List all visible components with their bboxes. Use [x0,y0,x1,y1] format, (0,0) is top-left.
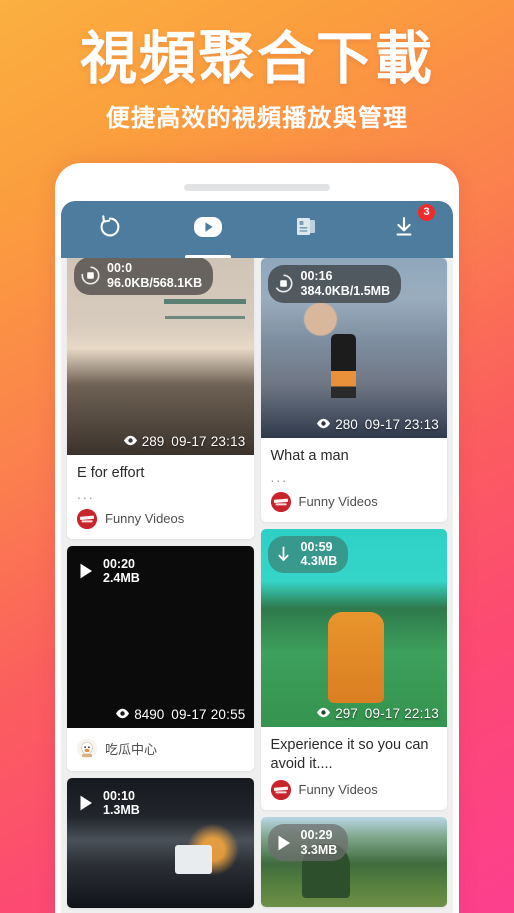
channel-name: Funny Videos [105,511,185,527]
video-duration: 00:20 [103,556,135,571]
app-navbar: 3 [61,201,453,258]
video-card[interactable]: 00:10 1.3MB [67,777,254,908]
tab-videos[interactable] [159,201,257,258]
card-body: What a man ... Funny Videos [261,438,448,522]
video-title: Experience it so you can avoid it.... [270,736,429,772]
downloads-badge: 3 [418,204,435,221]
video-date: 09-17 23:13 [364,417,439,432]
card-body: Experience it so you can avoid it.... Fu… [261,727,448,810]
video-title: E for effort [77,465,145,481]
page-subtitle: 便捷高效的視頻播放與管理 [105,104,409,132]
video-title: What a man [270,448,349,464]
video-date: 09-17 20:55 [171,706,246,722]
video-thumbnail[interactable]: 00:16 384.0KB/1.5MB 280 09-17 23:13 [260,258,447,438]
video-meta: 297 09-17 22:13 [316,706,439,721]
play-status-badge: 00:29 3.3MB [267,823,349,862]
video-card[interactable]: 00:29 3.3MB [260,816,447,907]
description-ellipsis: ... [270,469,289,486]
view-count: 289 [123,434,165,449]
refresh-icon [97,214,123,245]
promo-banner: 視頻聚合下載 便捷高效的視頻播放與管理 3 00:0 96.0KB/568.1K… [0,0,514,913]
play-icon [193,214,223,245]
channel-row[interactable]: 吃瓜中心 [77,738,244,759]
video-thumbnail[interactable]: 00:59 4.3MB 297 09-17 22:13 [260,528,447,727]
file-size: 2.4MB [103,571,140,586]
channel-row[interactable]: Funny Videos [270,491,438,512]
video-meta: 8490 09-17 20:55 [115,707,245,722]
channel-name: Funny Videos [298,494,378,510]
play-status-badge: 00:10 1.3MB [74,785,151,823]
download-icon [391,214,417,245]
eye-icon [123,434,138,449]
video-duration: 00:16 [300,269,333,283]
active-tab-indicator [185,254,231,258]
video-card[interactable]: 00:16 384.0KB/1.5MB 280 09-17 23:13 What… [260,258,448,522]
view-count: 280 [316,417,358,432]
video-duration: 00:0 [107,261,133,275]
eye-icon [316,706,331,721]
melon-avatar [77,738,97,759]
description-ellipsis: ... [77,486,95,503]
video-thumbnail[interactable]: 00:10 1.3MB [67,777,254,908]
feed-column-right: 00:16 384.0KB/1.5MB 280 09-17 23:13 What… [260,250,448,913]
video-duration: 00:10 [103,788,135,803]
funny-videos-avatar [77,508,97,529]
video-thumbnail[interactable]: 00:0 96.0KB/568.1KB 289 09-17 23:13 [67,250,254,455]
view-count-value: 289 [141,434,165,449]
view-count-value: 280 [335,417,358,432]
channel-row[interactable]: Funny Videos [77,508,244,529]
eye-icon [115,707,130,722]
download-status-badge: 00:16 384.0KB/1.5MB [267,265,402,303]
download-size: 384.0KB/1.5MB [300,283,391,298]
page-title: 視頻聚合下載 [80,27,434,91]
video-feed[interactable]: 00:0 96.0KB/568.1KB 289 09-17 23:13 E fo… [61,250,453,913]
phone-mockup: 3 00:0 96.0KB/568.1KB 289 09-17 23:13 E … [55,163,459,913]
funny-videos-avatar [270,779,291,800]
stop-progress-icon [80,266,100,286]
eye-icon [316,417,331,432]
phone-speaker-grille [184,184,330,191]
tab-refresh[interactable] [61,201,159,258]
view-count-value: 8490 [134,706,165,722]
stop-progress-icon [274,274,294,294]
download-size: 96.0KB/568.1KB [107,275,203,290]
channel-row[interactable]: Funny Videos [270,779,438,800]
file-size: 1.3MB [103,803,140,818]
video-date: 09-17 22:13 [364,705,439,721]
view-count: 8490 [115,707,164,722]
video-duration: 00:29 [300,827,333,842]
video-card[interactable]: 00:0 96.0KB/568.1KB 289 09-17 23:13 E fo… [67,250,254,539]
download-arrow-icon [274,544,294,564]
file-size: 4.3MB [300,554,338,569]
play-status-badge: 00:20 2.4MB [74,553,151,591]
view-count: 297 [316,706,358,721]
funny-videos-avatar [270,491,291,512]
channel-name: Funny Videos [298,782,378,798]
file-size: 3.3MB [300,842,338,857]
video-meta: 289 09-17 23:13 [123,434,246,449]
headline-block: 視頻聚合下載 便捷高效的視頻播放與管理 [0,0,514,134]
document-icon [293,214,319,245]
card-body: E for effort ... Funny Videos [67,455,254,539]
video-date: 09-17 23:13 [171,434,246,449]
tab-downloads[interactable]: 3 [355,201,453,258]
download-status-badge: 00:0 96.0KB/568.1KB [74,257,214,295]
app-screen: 3 00:0 96.0KB/568.1KB 289 09-17 23:13 E … [61,201,453,913]
video-duration: 00:59 [300,539,333,554]
feed-column-left: 00:0 96.0KB/568.1KB 289 09-17 23:13 E fo… [67,250,254,913]
video-card[interactable]: 00:59 4.3MB 297 09-17 22:13 Experience i… [260,528,448,810]
download-status-badge: 00:59 4.3MB [267,535,349,574]
video-meta: 280 09-17 23:13 [316,417,439,432]
play-icon [274,833,294,853]
video-thumbnail[interactable]: 00:20 2.4MB 8490 09-17 20:55 [67,545,254,728]
card-body: 吃瓜中心 [67,728,254,771]
play-icon [76,561,96,581]
channel-name: 吃瓜中心 [105,742,158,758]
video-thumbnail[interactable]: 00:29 3.3MB [260,816,447,907]
video-card[interactable]: 00:20 2.4MB 8490 09-17 20:55 吃瓜中心 [67,545,254,771]
play-icon [76,793,96,813]
tab-files[interactable] [257,201,355,258]
view-count-value: 297 [335,705,358,721]
